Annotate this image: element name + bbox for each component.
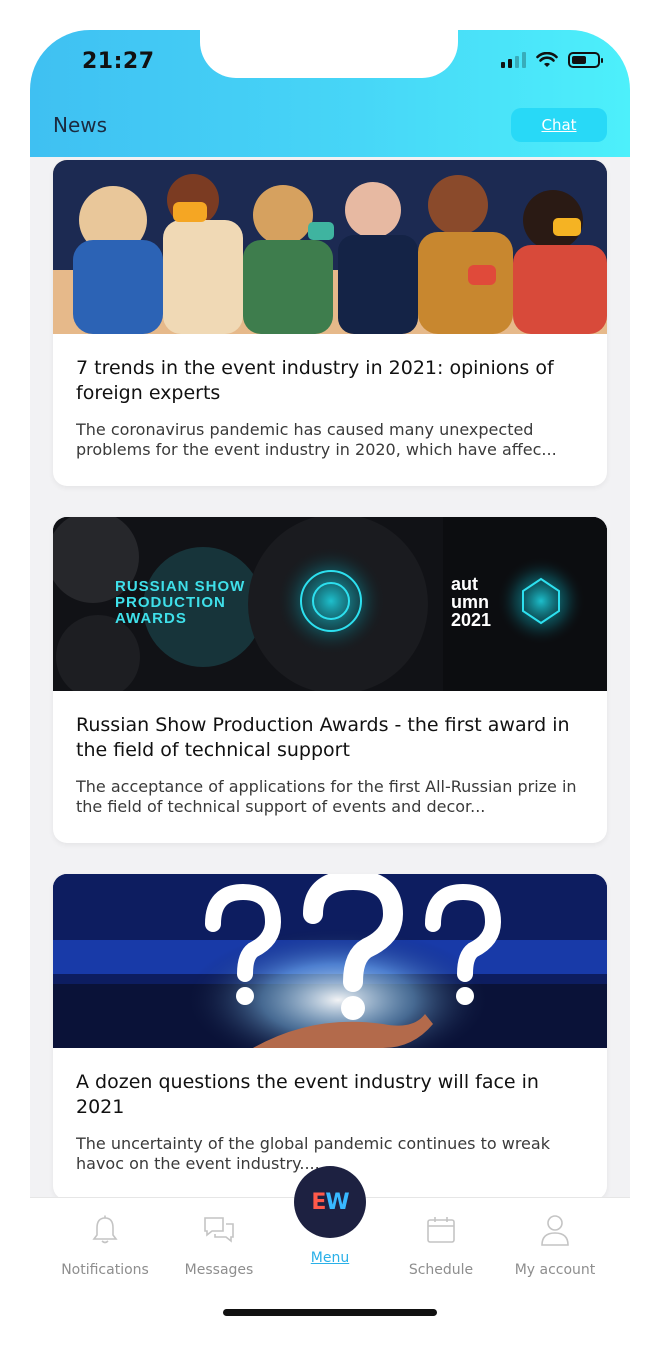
device-notch [200,30,458,78]
news-card[interactable]: RUSSIAN SHOW PRODUCTION AWARDS aut umn 2… [53,517,607,843]
crowd-illustration [53,160,607,334]
battery-icon [568,52,603,68]
menu-button[interactable]: EW [294,1166,366,1238]
nav-label: Notifications [61,1262,149,1278]
news-title: Russian Show Production Awards - the fir… [76,714,570,761]
nav-label: Messages [184,1262,254,1278]
news-image-questions [53,874,607,1048]
news-excerpt: The coronavirus pandemic has caused many… [76,420,557,459]
calendar-icon [426,1214,456,1246]
cellular-signal-icon [501,52,526,68]
awards-banner-text: RUSSIAN SHOW PRODUCTION AWARDS [115,578,246,627]
news-excerpt: The acceptance of applications for the f… [76,777,577,816]
user-icon [540,1214,570,1246]
news-card[interactable]: 7 trends in the event industry in 2021: … [53,160,607,486]
news-card-body: Russian Show Production Awards - the fir… [53,691,607,843]
nav-label: My account [514,1262,596,1278]
nav-menu-label[interactable]: Menu [294,1250,366,1266]
status-icons [501,52,603,68]
news-image-awards-banner: RUSSIAN SHOW PRODUCTION AWARDS aut umn 2… [53,517,607,691]
ew-logo: EW [311,1189,349,1215]
app-header: 21:27 News Chat [30,30,630,157]
phone-screen: 21:27 News Chat 7 trends in the event in… [30,30,630,1280]
nav-messages[interactable]: Messages [159,1198,279,1280]
news-card[interactable]: A dozen questions the event industry wil… [53,874,607,1200]
nav-label: Schedule [408,1262,474,1278]
page-title: News [53,113,108,137]
news-title: A dozen questions the event industry wil… [76,1071,539,1118]
awards-season-text: aut umn 2021 [451,574,492,630]
bottom-navigation: Notifications Messages EW Menu Schedule … [30,1166,630,1280]
news-title: 7 trends in the event industry in 2021: … [76,357,554,404]
nav-schedule[interactable]: Schedule [381,1198,501,1280]
news-feed[interactable]: 7 trends in the event industry in 2021: … [30,157,630,1200]
chat-button[interactable]: Chat [511,108,607,142]
bell-icon [91,1214,119,1246]
home-indicator[interactable] [223,1309,437,1316]
question-marks-graphic [53,874,607,1048]
news-card-body: 7 trends in the event industry in 2021: … [53,334,607,486]
status-time: 21:27 [82,49,155,74]
wifi-icon [536,52,558,67]
news-image-crowd-illustration [53,160,607,334]
messages-icon [203,1214,235,1246]
nav-notifications[interactable]: Notifications [45,1198,165,1280]
nav-my-account[interactable]: My account [495,1198,615,1280]
